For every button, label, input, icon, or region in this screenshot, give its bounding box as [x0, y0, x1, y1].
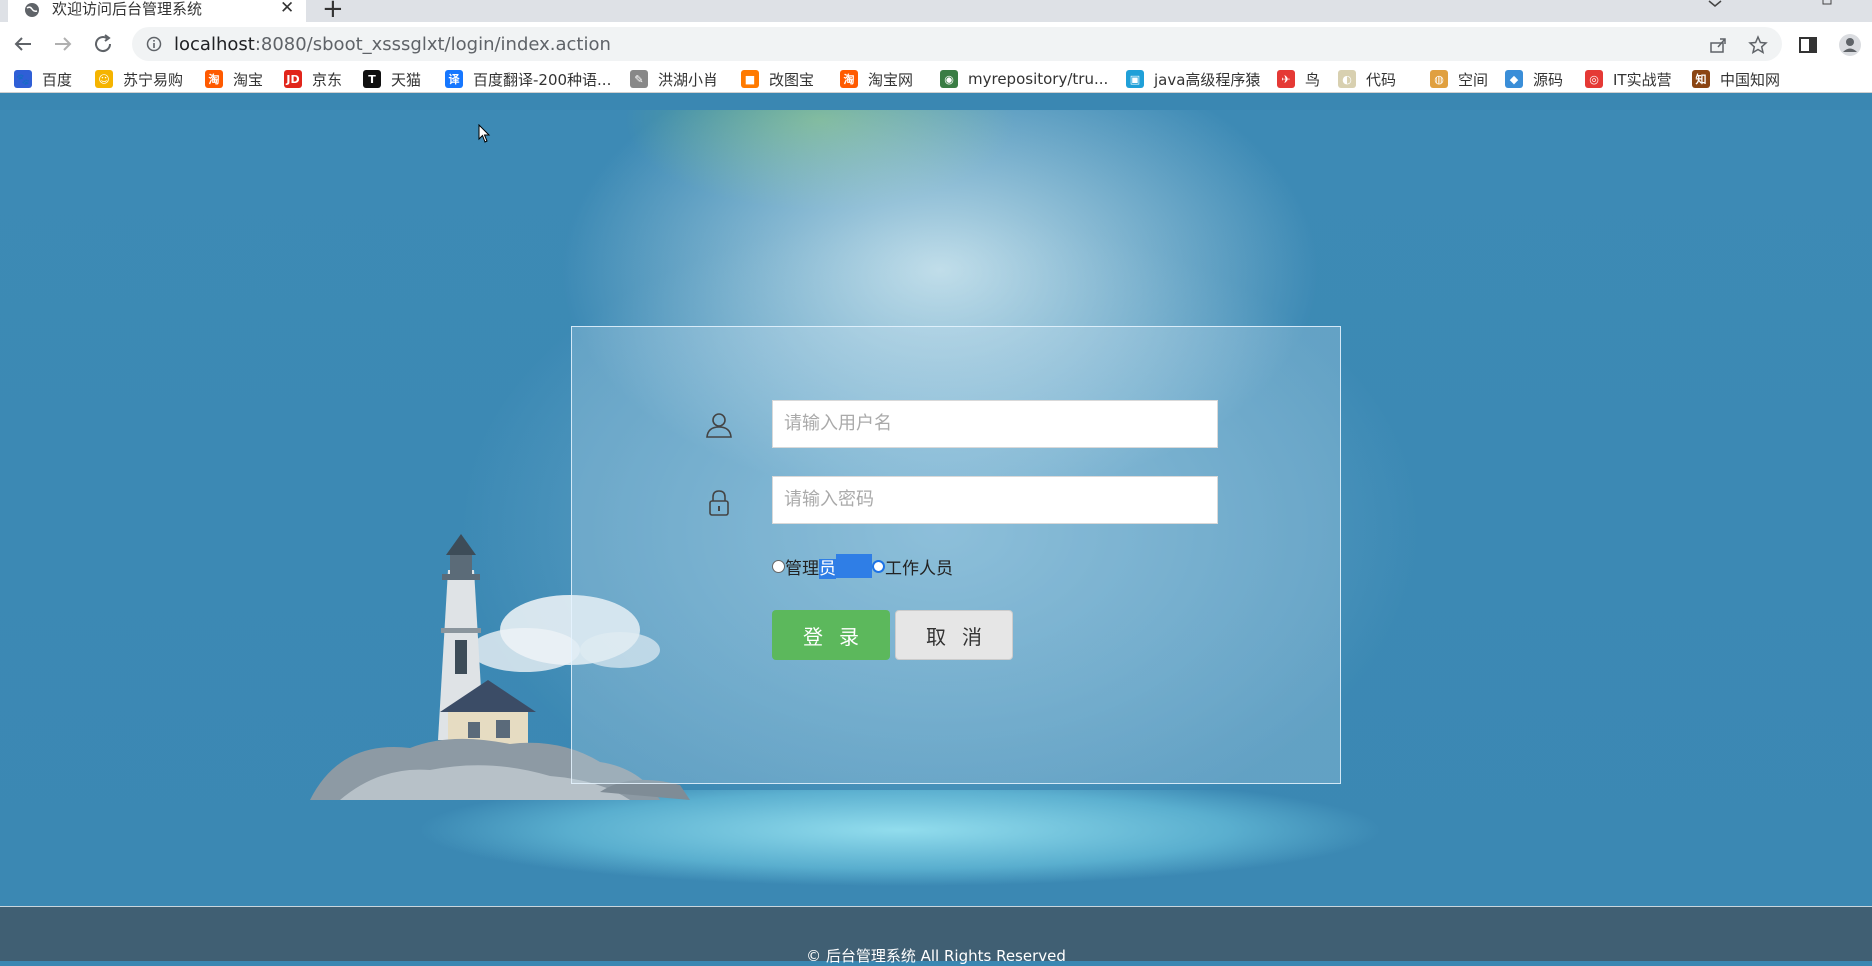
it-icon: ◎ [1585, 70, 1603, 88]
side-panel-icon[interactable] [1798, 35, 1818, 55]
code-icon: ◐ [1338, 70, 1356, 88]
taobao-net-icon: 淘 [840, 70, 858, 88]
url-path: :8080/sboot_xsssglxt/login/index.action [254, 34, 611, 55]
user-icon [706, 413, 732, 438]
bookmark-item[interactable]: ✎ 洪湖小肖 [630, 65, 718, 93]
reload-icon[interactable] [91, 32, 115, 56]
staff-radio[interactable] [872, 559, 885, 573]
bookmark-label: 空间 [1458, 70, 1489, 89]
bookmarks-bar: 🐾 百度 ☺ 苏宁易购淘淘宝 JD 京东 T 天猫译百度翻译-200种语... ✎ 洪湖小肖 ■ 改图… [0, 65, 1872, 93]
baidu-icon: 🐾 [14, 70, 32, 88]
chrome-icon: ◉ [940, 70, 958, 88]
bookmark-item[interactable]: ◐ 代码 [1338, 65, 1396, 93]
bookmark-item[interactable]: 淘淘宝网 [840, 65, 913, 93]
bookmark-label: myrepository/tru... [968, 70, 1109, 88]
back-icon[interactable] [11, 32, 35, 56]
tab-strip: 欢迎访问后台管理系统 ✕ + [0, 0, 1872, 24]
bookmark-label: 淘宝 [233, 70, 264, 89]
jd-icon: JD [284, 70, 302, 88]
restore-icon[interactable] [1822, 0, 1834, 6]
footer: © 后台管理系统 All Rights Reserved [0, 906, 1872, 965]
bookmark-label: 百度翻译-200种语... [473, 70, 612, 89]
cancel-button[interactable]: 取消 [895, 610, 1013, 660]
bookmark-item[interactable]: ◍ 空间 [1430, 65, 1488, 93]
admin-label-part1: 管理 [785, 558, 819, 579]
bookmark-label: 天猫 [391, 70, 422, 89]
copyright-text: © 后台管理系统 All Rights Reserved [806, 947, 1066, 965]
bookmark-item[interactable]: ■ 改图宝 [741, 65, 814, 93]
bookmark-label: 改图宝 [769, 70, 815, 89]
bookmark-item[interactable]: JD 京东 [284, 65, 342, 93]
bookmark-label: 京东 [312, 70, 343, 89]
password-placeholder: 请输入密码 [784, 489, 874, 510]
translate-icon: 译 [445, 70, 463, 88]
bookmark-label: 代码 [1366, 70, 1397, 89]
admin-radio[interactable] [772, 559, 785, 573]
bookmark-label: IT实战营 [1613, 70, 1672, 89]
bookmark-item[interactable]: ☺ 苏宁易购 [95, 65, 183, 93]
admin-label[interactable]: 管理员 [785, 554, 836, 579]
bird-icon: ✈ [1277, 70, 1295, 88]
share-icon[interactable] [1708, 35, 1728, 55]
globe-icon [25, 3, 39, 17]
admin-label-selected: 员 [819, 558, 836, 579]
bookmark-item[interactable]: ✈ 鸟 [1277, 65, 1320, 93]
username-placeholder: 请输入用户名 [784, 413, 892, 434]
bookmark-item[interactable]: 🐾 百度 [14, 65, 72, 93]
text-selection-highlight [836, 554, 872, 578]
info-icon[interactable] [146, 36, 162, 52]
bookmark-label: 中国知网 [1720, 70, 1781, 89]
bookmark-item[interactable]: ▣ java高级程序猿 [1126, 65, 1260, 93]
new-tab-button[interactable]: + [322, 0, 344, 24]
source-icon: ◆ [1505, 70, 1523, 88]
bookmark-item[interactable]: 知中国知网 [1692, 65, 1780, 93]
tab-title: 欢迎访问后台管理系统 [52, 0, 203, 18]
login-button[interactable]: 登录 [772, 610, 890, 660]
bookmark-label: java高级程序猿 [1154, 70, 1261, 89]
address-bar[interactable]: localhost:8080/sboot_xsssglxt/login/inde… [132, 27, 1782, 61]
username-input[interactable]: 请输入用户名 [772, 400, 1218, 448]
space-icon: ◍ [1430, 70, 1448, 88]
lock-icon [709, 490, 729, 516]
bookmark-item[interactable]: 淘淘宝 [205, 65, 263, 93]
bookmark-label: 苏宁易购 [123, 70, 184, 89]
bookmark-item[interactable]: T 天猫 [363, 65, 421, 93]
mouse-cursor-icon [478, 124, 491, 143]
bookmark-label: 淘宝网 [868, 70, 914, 89]
bilibili-icon: ▣ [1126, 70, 1144, 88]
browser-toolbar: localhost:8080/sboot_xsssglxt/login/inde… [0, 22, 1872, 93]
bookmark-item[interactable]: ◆ 源码 [1505, 65, 1563, 93]
login-panel [571, 326, 1341, 784]
url-host: localhost [174, 34, 255, 55]
feather-icon: ✎ [630, 70, 648, 88]
browser-tab[interactable]: 欢迎访问后台管理系统 ✕ [8, 0, 306, 22]
taobao-icon: 淘 [205, 70, 223, 88]
url-text[interactable]: localhost:8080/sboot_xsssglxt/login/inde… [174, 34, 611, 55]
role-selector: 管理员 工作人员 [772, 553, 953, 579]
profile-avatar-icon[interactable] [1838, 33, 1862, 57]
suning-icon: ☺ [95, 70, 113, 88]
password-input[interactable]: 请输入密码 [772, 476, 1218, 524]
star-icon[interactable] [1748, 35, 1768, 55]
staff-label[interactable]: 工作人员 [885, 554, 953, 579]
bookmark-label: 鸟 [1305, 70, 1321, 89]
chevron-down-icon[interactable] [1708, 0, 1722, 8]
gaitubao-icon: ■ [741, 70, 759, 88]
forward-icon[interactable] [51, 32, 75, 56]
bookmark-label: 百度 [42, 70, 73, 89]
bookmark-item[interactable]: ◎ IT实战营 [1585, 65, 1672, 93]
cnki-icon: 知 [1692, 70, 1710, 88]
tmall-icon: T [363, 70, 381, 88]
bookmark-item[interactable]: 译百度翻译-200种语... [445, 65, 611, 93]
close-tab-icon[interactable]: ✕ [280, 0, 294, 18]
bookmark-label: 洪湖小肖 [658, 70, 719, 89]
bookmark-label: 源码 [1533, 70, 1564, 89]
bookmark-item[interactable]: ◉ myrepository/tru... [940, 65, 1108, 93]
